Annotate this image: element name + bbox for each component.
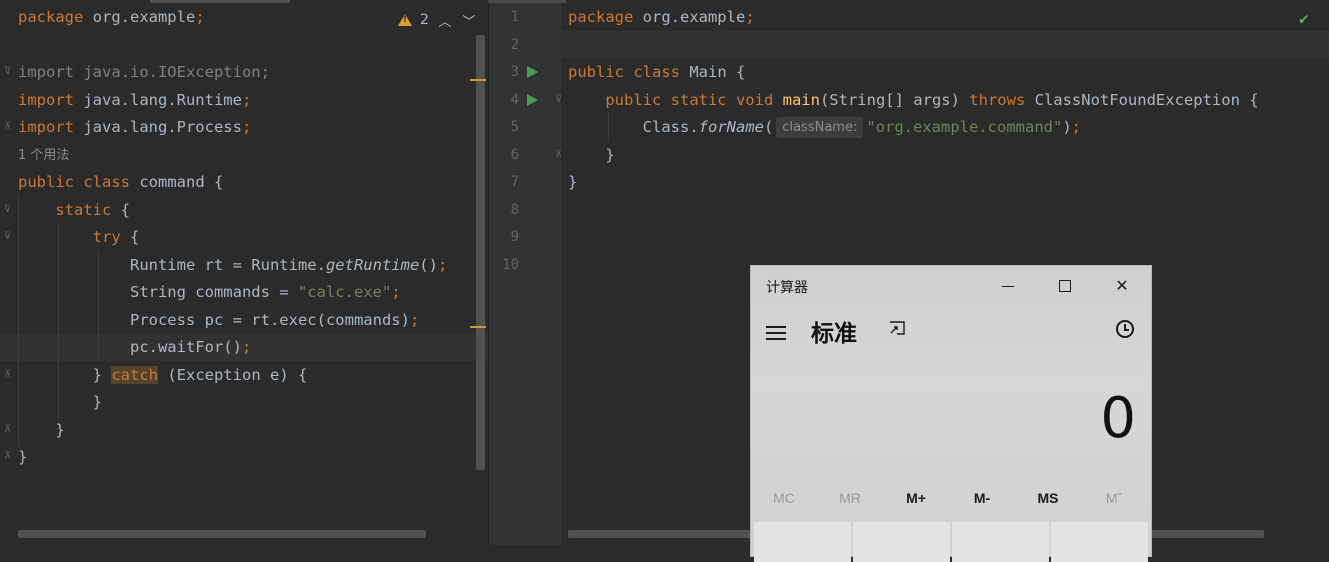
minimize-icon [1002,285,1014,287]
line-number: 5 [510,119,519,135]
fold-icon[interactable]: ⊼ [4,424,13,435]
keep-on-top-icon[interactable] [889,321,905,335]
run-icon[interactable] [527,94,538,106]
code-line: } [18,448,28,466]
code-line: } [18,420,65,439]
line-gutter: 1 2 3 4 5 6 7 8 9 10 ⊽ ⊼ [489,0,564,545]
code-line: } [18,393,102,411]
keypad-row [754,522,1148,562]
code-line: } [568,173,578,191]
code-line: public class Main { [568,63,746,81]
maximize-button[interactable] [1050,274,1080,298]
close-button[interactable]: ✕ [1107,274,1137,298]
memory-button-ms[interactable]: MS [1015,490,1081,506]
left-code[interactable]: package org.example; import java.io.IOEx… [18,4,447,472]
keypad-key[interactable] [952,522,1049,562]
inspection-widget[interactable]: 2 ︿ ﹀ [398,9,477,31]
line-number: 6 [510,146,519,163]
code-line: public class command { [18,173,224,191]
line-number: 3 [510,64,519,80]
mode-title: 标准 [811,321,857,347]
chevron-down-icon[interactable]: ﹀ [461,11,477,30]
warning-marker[interactable] [470,79,486,81]
fold-icon[interactable]: ⊼ [4,121,13,132]
horizontal-scrollbar[interactable] [18,530,426,538]
chevron-up-icon[interactable]: ︿ [437,11,453,30]
fold-icon[interactable]: ⊼ [4,451,13,462]
code-line: String commands = "calc.exe"; [18,283,401,301]
fold-icon[interactable]: ⊽ [555,94,564,105]
close-icon: ✕ [1115,278,1129,295]
check-icon[interactable]: ✔ [1299,9,1309,28]
warning-count: 2 [420,12,429,28]
menu-icon[interactable] [766,326,786,344]
code-line: pc.waitFor(); [18,338,252,356]
memory-button-mc[interactable]: MC [751,490,817,506]
warning-icon [398,14,412,26]
keypad-key[interactable] [1051,522,1148,562]
line-number: 1 [510,9,519,25]
code-line: static { [55,200,130,219]
vertical-scrollbar[interactable] [476,35,485,470]
keypad-key[interactable] [754,522,851,562]
fold-icon[interactable]: ⊼ [555,149,564,160]
warning-marker[interactable] [470,326,486,328]
code-line: Class.forName(className: "org.example.com… [568,117,1081,138]
line-number: 8 [510,201,519,218]
parameter-hint: className: [776,117,864,138]
fold-icon[interactable]: ⊽ [4,66,13,77]
keypad-key[interactable] [853,522,950,562]
run-icon[interactable] [527,66,538,78]
fold-icon[interactable]: ⊽ [4,204,13,215]
line-number: 2 [510,36,519,53]
memory-button-mplus[interactable]: M+ [883,490,949,506]
window-title: 计算器 [766,279,808,295]
memory-button-m[interactable]: Mˇ [1081,490,1147,506]
calculator-window[interactable]: 计算器 ✕ 标准 0 MC MR M+ M- MS Mˇ [750,265,1152,562]
minimize-button[interactable] [993,274,1023,298]
line-number: 7 [510,174,519,190]
result-display: 0 [1100,386,1136,451]
memory-row: MC MR M+ M- MS Mˇ [751,490,1151,506]
left-editor[interactable]: ⊽ ⊼ ⊽ ⊽ ⊼ ⊼ ⊼ package org.example; impor… [0,0,488,545]
right-code[interactable]: package org.example; public class Main {… [568,4,1259,197]
tab-indicator [488,0,1329,3]
code-line: package org.example; [568,8,755,26]
memory-button-mminus[interactable]: M- [949,490,1015,506]
memory-button-mr[interactable]: MR [817,490,883,506]
history-icon[interactable] [1116,320,1134,338]
code-line: Process pc = rt.exec(commands); [18,310,420,329]
code-line: package org.example; [18,8,205,26]
line-number: 4 [510,91,519,108]
fold-icon[interactable]: ⊼ [4,369,13,380]
code-line: import java.lang.Runtime; [18,90,252,109]
line-number: 10 [502,256,519,273]
code-line: import java.lang.Process; [18,118,252,136]
line-number: 9 [510,229,519,245]
code-line: } [568,145,615,164]
code-line: import java.io.IOException; [18,63,270,81]
code-line: try { [92,228,140,246]
code-line: Runtime rt = Runtime.getRuntime(); [18,255,448,274]
usage-hint[interactable]: 1 个用法 [18,142,447,170]
tab-indicator [0,0,488,3]
maximize-icon [1059,280,1071,292]
code-line: public static void main(String[] args) t… [605,90,1259,109]
code-line: } catch (Exception e) { [18,365,308,384]
fold-icon[interactable]: ⊽ [4,231,13,242]
